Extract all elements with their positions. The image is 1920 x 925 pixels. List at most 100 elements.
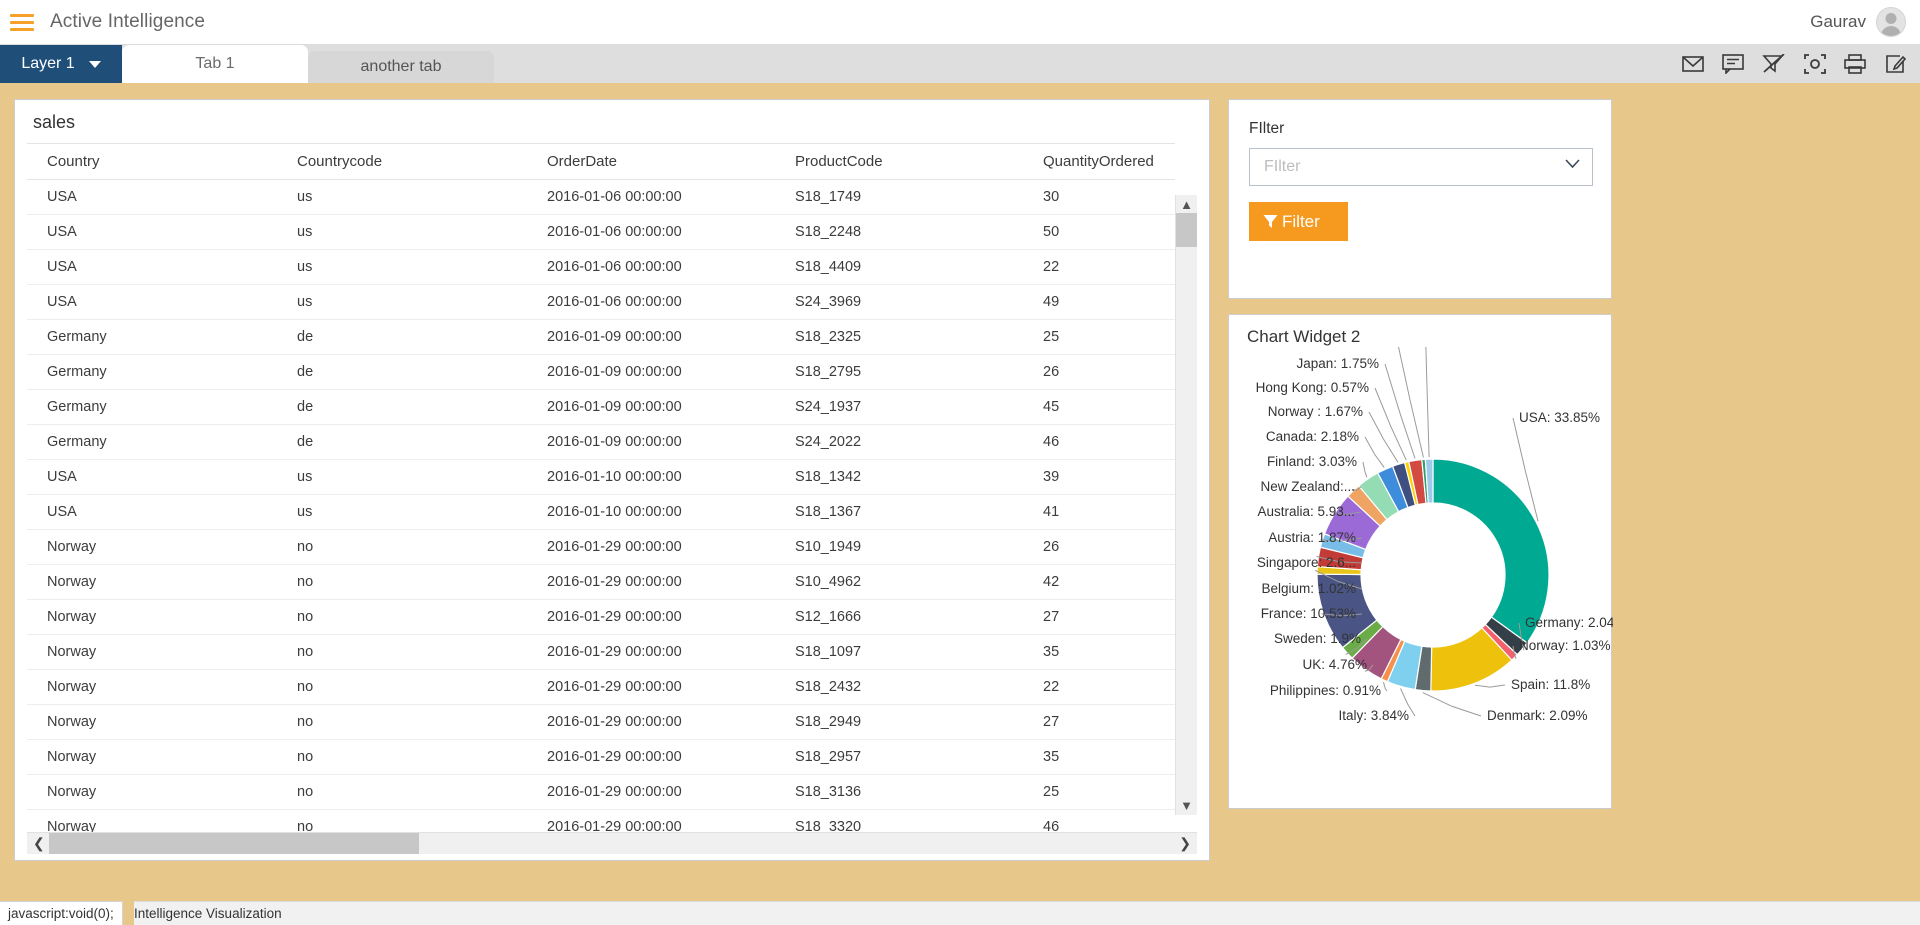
table-cell: S24_2022 [775,424,1023,460]
table-cell: USA [27,494,277,530]
donut-chart[interactable]: USA: 33.85% Germany: 2.04% Norway: 1.03% Sp… [1229,347,1613,797]
chevron-right-icon[interactable]: ❯ [1173,835,1197,852]
table-vertical-scrollbar[interactable]: ▲ ▼ [1175,195,1197,815]
table-row[interactable]: Germany de 2016-01-09 00:00:00 S18_2325 25 [27,319,1175,355]
donut-leader-line [1383,681,1388,692]
filter-apply-button[interactable]: Filter [1249,202,1348,241]
table-cell: 46 [1023,809,1175,832]
table-row[interactable]: Norway no 2016-01-29 00:00:00 S18_1097 35 [27,634,1175,670]
comment-icon[interactable] [1722,54,1744,74]
table-row[interactable]: USA us 2016-01-10 00:00:00 S18_1342 39 [27,459,1175,495]
table-horizontal-scrollbar[interactable]: ❮ ❯ [27,832,1197,854]
tab-tab-1[interactable]: Tab 1 [122,45,308,83]
filter-button-label: Filter [1282,211,1320,231]
column-header-countrycode[interactable]: Countrycode [277,143,527,180]
table-row[interactable]: Norway no 2016-01-29 00:00:00 S18_2957 35 [27,739,1175,775]
table-cell: 49 [1023,284,1175,320]
table-cell: 2016-01-09 00:00:00 [527,424,775,460]
table-row[interactable]: Germany de 2016-01-09 00:00:00 S24_2022 46 [27,424,1175,460]
layer-selector[interactable]: Layer 1 [0,45,122,83]
table-cell: 41 [1023,494,1175,530]
table-cell: us [277,179,527,215]
table-cell: USA [27,459,277,495]
table-cell: us [277,459,527,495]
table-row[interactable]: Norway no 2016-01-29 00:00:00 S18_3136 25 [27,774,1175,810]
donut-slice-label: Germany: 2.04% [1525,615,1613,630]
table-cell: S18_1367 [775,494,1023,530]
table-row[interactable]: USA us 2016-01-06 00:00:00 S18_4409 22 [27,249,1175,285]
table-cell: 2016-01-29 00:00:00 [527,529,775,565]
app-header: Active Intelligence Gaurav [0,0,1920,45]
table-cell: S10_4962 [775,564,1023,600]
table-cell: 2016-01-09 00:00:00 [527,354,775,390]
table-row[interactable]: Norway no 2016-01-29 00:00:00 S18_3320 46 [27,809,1175,832]
table-cell: S18_2432 [775,669,1023,705]
hamburger-icon[interactable] [10,11,38,33]
table-row[interactable]: USA us 2016-01-06 00:00:00 S18_2248 50 [27,214,1175,250]
edit-icon[interactable] [1884,54,1906,74]
table-cell: 46 [1023,424,1175,460]
table-row[interactable]: USA us 2016-01-10 00:00:00 S18_1367 41 [27,494,1175,530]
table-row[interactable]: USA us 2016-01-06 00:00:00 S24_3969 49 [27,284,1175,320]
table-cell: S18_1749 [775,179,1023,215]
table-cell: us [277,494,527,530]
user-avatar-icon[interactable] [1876,7,1906,37]
table-cell: Norway [27,739,277,775]
table-row[interactable]: Norway no 2016-01-29 00:00:00 S18_2949 27 [27,704,1175,740]
table-cell: 26 [1023,354,1175,390]
print-icon[interactable] [1844,54,1866,74]
table-row[interactable]: Norway no 2016-01-29 00:00:00 S18_2432 22 [27,669,1175,705]
tab-another-tab[interactable]: another tab [308,51,494,83]
user-name: Gaurav [1810,12,1866,31]
table-row[interactable]: Norway no 2016-01-29 00:00:00 S10_1949 26 [27,529,1175,565]
donut-slice-label: Australia: 5.93... [1257,504,1355,519]
snapshot-icon[interactable] [1804,54,1826,74]
table-cell: 2016-01-29 00:00:00 [527,809,775,832]
column-header-quantityordered[interactable]: QuantityOrdered [1023,143,1175,180]
horizontal-scroll-thumb[interactable] [49,833,419,854]
donut-slice-label: Norway: 1.03% [1519,638,1611,653]
column-header-productcode[interactable]: ProductCode [775,143,1023,180]
table-cell: no [277,809,527,832]
filter-select[interactable]: FIlter [1249,148,1593,186]
donut-leader-line [1364,436,1385,468]
table-cell: de [277,389,527,425]
chevron-down-icon[interactable]: ▼ [1180,796,1193,815]
mail-icon[interactable] [1682,55,1704,73]
table-widget: sales Country Countrycode OrderDate Prod… [14,99,1210,861]
chevron-left-icon[interactable]: ❮ [27,835,51,852]
donut-slice-label: Singapore: 2.6... [1257,555,1356,570]
table-cell: S24_1937 [775,389,1023,425]
vertical-scroll-thumb[interactable] [1176,213,1197,247]
table-cell: 2016-01-09 00:00:00 [527,319,775,355]
chevron-up-icon[interactable]: ▲ [1180,195,1193,214]
table-cell: S18_2325 [775,319,1023,355]
table-row[interactable]: Germany de 2016-01-09 00:00:00 S24_1937 45 [27,389,1175,425]
donut-leader-line [1398,347,1424,458]
hamburger-bar [10,20,34,24]
dashboard-canvas: sales Country Countrycode OrderDate Prod… [0,83,1920,901]
clear-filter-icon[interactable] [1762,54,1786,74]
table-cell: S12_1666 [775,599,1023,635]
donut-leader-line [1374,387,1407,461]
table-row[interactable]: Germany de 2016-01-09 00:00:00 S18_2795 26 [27,354,1175,390]
donut-slice-label: Canada: 2.18% [1266,429,1359,444]
table-cell: Norway [27,599,277,635]
layer-label: Layer 1 [21,55,75,72]
hamburger-bar [10,27,34,31]
table-cell: no [277,564,527,600]
table-header-row: Country Countrycode OrderDate ProductCod… [27,143,1175,180]
hamburger-bar [10,13,34,17]
table-row[interactable]: USA us 2016-01-06 00:00:00 S18_1749 30 [27,179,1175,215]
table-cell: 25 [1023,319,1175,355]
donut-slice-label: Austria: 1.87% [1268,530,1356,545]
table-cell: Norway [27,774,277,810]
table-cell: 2016-01-29 00:00:00 [527,599,775,635]
table-row[interactable]: Norway no 2016-01-29 00:00:00 S12_1666 27 [27,599,1175,635]
table-row[interactable]: Norway no 2016-01-29 00:00:00 S10_4962 42 [27,564,1175,600]
column-header-country[interactable]: Country [27,143,277,180]
funnel-icon [1263,215,1278,228]
table-cell: de [277,354,527,390]
column-header-orderdate[interactable]: OrderDate [527,143,775,180]
table-cell: 25 [1023,774,1175,810]
